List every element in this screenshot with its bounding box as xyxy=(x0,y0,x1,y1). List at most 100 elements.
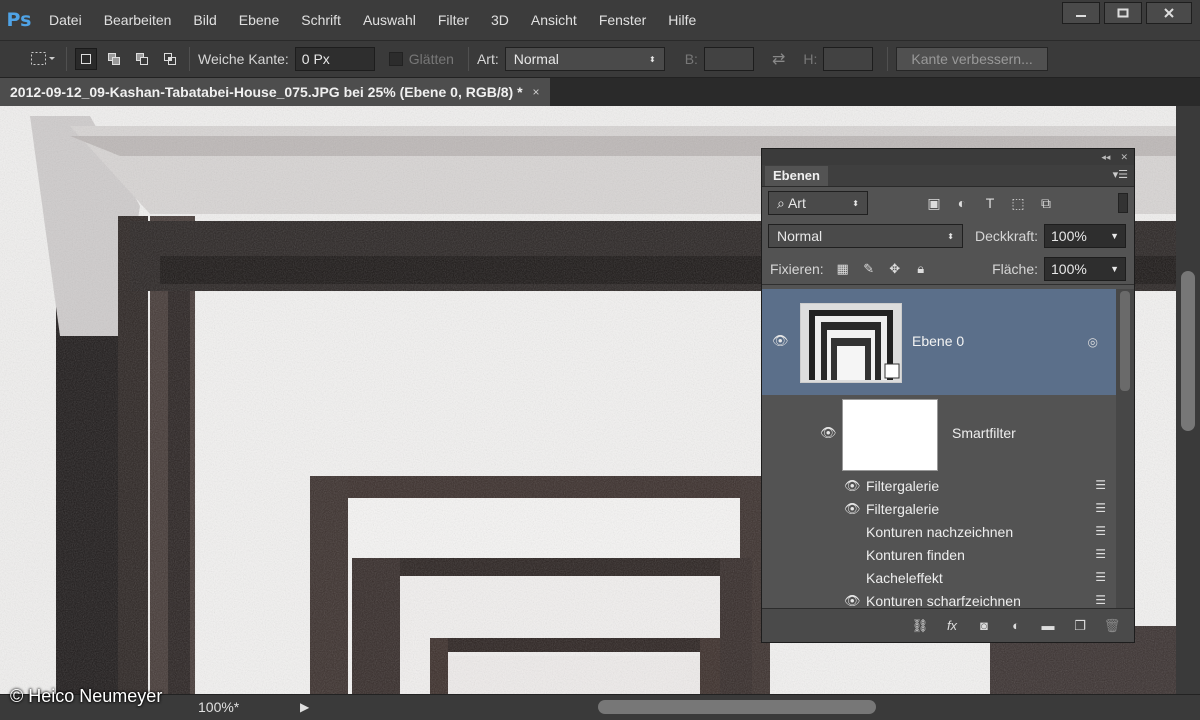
vertical-scrollbar[interactable] xyxy=(1176,106,1200,694)
delete-layer-trash-icon[interactable]: 🗑︎ xyxy=(1102,618,1122,634)
updown-arrows-icon: ⬍ xyxy=(947,231,954,241)
zoom-level[interactable]: 100%* xyxy=(198,699,239,715)
layer-name[interactable]: Ebene 0 xyxy=(912,333,964,349)
blend-row: Normal ⬍ Deckkraft: 100% ▼ xyxy=(762,219,1134,253)
chevron-down-icon[interactable]: ▼ xyxy=(1110,264,1119,274)
filter-item[interactable]: 👁︎ Filtergalerie ☰ xyxy=(762,498,1116,521)
new-group-folder-icon[interactable]: ▬ xyxy=(1038,618,1058,633)
feather-input[interactable]: 0 Px xyxy=(294,47,375,71)
menu-datei[interactable]: Datei xyxy=(38,0,93,40)
filter-blending-options-icon[interactable]: ☰ xyxy=(1095,593,1106,607)
menu-hilfe[interactable]: Hilfe xyxy=(657,0,707,40)
visibility-eye-icon[interactable]: 👁︎ xyxy=(820,425,837,441)
filter-item[interactable]: Konturen finden ☰ xyxy=(762,544,1116,567)
layer-style-fx-icon[interactable]: fx xyxy=(942,618,962,633)
intersect-selection-button[interactable] xyxy=(159,48,181,70)
layer-row-ebene-0[interactable]: 👁︎ Ebene 0 ◎ xyxy=(762,289,1116,395)
divider xyxy=(467,47,469,71)
filter-item[interactable]: Konturen nachzeichnen ☰ xyxy=(762,521,1116,544)
photoshop-logo: Ps xyxy=(6,9,32,31)
filter-item[interactable]: 👁︎ Konturen scharfzeichnen ☰ xyxy=(762,590,1116,609)
layer-filter-select[interactable]: ⌕ Art ⬍ xyxy=(768,191,868,215)
close-window-button[interactable] xyxy=(1146,2,1192,24)
height-input[interactable] xyxy=(823,47,874,71)
close-panel-icon[interactable]: ✕ xyxy=(1120,152,1128,163)
menu-filter[interactable]: Filter xyxy=(427,0,480,40)
opacity-input[interactable]: 100% ▼ xyxy=(1044,224,1127,248)
swap-dimensions-icon[interactable]: ⇄ xyxy=(772,49,785,69)
new-selection-button[interactable] xyxy=(75,48,97,70)
subtract-selection-button[interactable] xyxy=(131,48,153,70)
new-layer-icon[interactable]: ❐ xyxy=(1070,618,1090,634)
collapse-panel-icon[interactable]: ◂◂ xyxy=(1101,152,1110,163)
menu-bearbeiten[interactable]: Bearbeiten xyxy=(93,0,183,40)
menu-bild[interactable]: Bild xyxy=(182,0,227,40)
minimize-button[interactable] xyxy=(1062,2,1100,24)
lock-all-icon[interactable]: 🔒︎ xyxy=(908,261,934,277)
layers-scroll-thumb[interactable] xyxy=(1120,291,1130,391)
document-title: 2012-09-12_09-Kashan-Tabatabei-House_075… xyxy=(10,84,523,100)
visibility-eye-icon[interactable]: 👁︎ xyxy=(844,478,861,494)
menu-ebene[interactable]: Ebene xyxy=(228,0,290,40)
status-menu-arrow-icon[interactable]: ▶ xyxy=(300,700,309,714)
menu-fenster[interactable]: Fenster xyxy=(588,0,657,40)
filter-item[interactable]: Kacheleffekt ☰ xyxy=(762,567,1116,590)
updown-arrows-icon: ⬍ xyxy=(649,54,656,64)
menu-bar: Ps Datei Bearbeiten Bild Ebene Schrift A… xyxy=(0,0,1200,40)
menu-auswahl[interactable]: Auswahl xyxy=(352,0,427,40)
filter-blending-options-icon[interactable]: ☰ xyxy=(1095,524,1106,538)
filter-blending-options-icon[interactable]: ☰ xyxy=(1095,478,1106,492)
visibility-eye-icon[interactable]: 👁︎ xyxy=(772,333,789,349)
filter-icons: ▣ ◐ T ⬚ ⧉ xyxy=(920,195,1060,212)
document-tab[interactable]: 2012-09-12_09-Kashan-Tabatabei-House_075… xyxy=(0,78,550,106)
type-layer-filter-icon[interactable]: T xyxy=(976,195,1004,212)
shape-layer-filter-icon[interactable]: ⬚ xyxy=(1004,195,1032,212)
menu-3d[interactable]: 3D xyxy=(480,0,520,40)
fill-input[interactable]: 100% ▼ xyxy=(1044,256,1126,281)
style-select[interactable]: Normal ⬍ xyxy=(504,47,665,71)
close-tab-icon[interactable]: × xyxy=(533,85,540,99)
refine-edge-button[interactable]: Kante verbessern... xyxy=(896,47,1048,71)
filter-item[interactable]: 👁︎ Filtergalerie ☰ xyxy=(762,475,1116,498)
maximize-button[interactable] xyxy=(1104,2,1142,24)
chevron-down-icon[interactable]: ▼ xyxy=(1110,231,1119,241)
adjustment-layer-filter-icon[interactable]: ◐ xyxy=(948,195,976,212)
lock-image-pixels-icon[interactable]: ✎ xyxy=(856,261,882,277)
lock-transparency-icon[interactable]: ▦ xyxy=(830,261,856,277)
visibility-eye-icon[interactable]: 👁︎ xyxy=(844,501,861,517)
vertical-scroll-thumb[interactable] xyxy=(1181,271,1195,431)
visibility-eye-icon[interactable]: 👁︎ xyxy=(844,593,861,609)
tab-ebenen[interactable]: Ebenen xyxy=(765,166,828,186)
antialias-checkbox[interactable]: Glätten xyxy=(388,51,460,67)
panel-header: ◂◂ ✕ xyxy=(762,149,1134,165)
smart-object-filter-icon[interactable]: ⧉ xyxy=(1032,195,1060,212)
antialias-checkbox-box[interactable] xyxy=(388,52,403,66)
filter-blending-options-icon[interactable]: ☰ xyxy=(1095,547,1106,561)
adjustment-layer-icon[interactable]: ◐ xyxy=(1006,618,1026,633)
horizontal-scroll-thumb[interactable] xyxy=(598,700,876,714)
pixel-layer-filter-icon[interactable]: ▣ xyxy=(920,195,948,212)
filter-blending-options-icon[interactable]: ☰ xyxy=(1095,501,1106,515)
layers-scrollbar[interactable] xyxy=(1116,289,1134,609)
smartfilter-row[interactable]: 👁︎ Smartfilter xyxy=(762,395,1116,475)
link-layers-icon[interactable]: ⛓︎ xyxy=(910,618,930,634)
filter-name: Konturen scharfzeichnen xyxy=(866,593,1021,609)
panel-menu-icon[interactable]: ▾☰ xyxy=(1113,168,1128,181)
add-selection-button[interactable] xyxy=(103,48,125,70)
layer-thumbnail[interactable] xyxy=(800,303,902,383)
filter-blending-options-icon[interactable]: ☰ xyxy=(1095,570,1106,584)
divider xyxy=(887,47,889,71)
close-icon xyxy=(1164,8,1174,18)
width-input[interactable] xyxy=(703,47,754,71)
menu-ansicht[interactable]: Ansicht xyxy=(520,0,588,40)
smart-filter-badge-icon[interactable]: ◎ xyxy=(1088,335,1098,349)
lock-position-icon[interactable]: ✥ xyxy=(882,261,908,277)
lock-label: Fixieren: xyxy=(770,260,824,277)
marquee-tool-preset[interactable] xyxy=(30,48,58,70)
add-selection-icon xyxy=(108,53,120,65)
menu-schrift[interactable]: Schrift xyxy=(290,0,352,40)
filter-toggle-switch[interactable] xyxy=(1118,193,1128,213)
smartfilter-mask-thumbnail[interactable] xyxy=(842,399,938,471)
blend-mode-select[interactable]: Normal ⬍ xyxy=(768,224,963,248)
add-mask-icon[interactable]: ◙ xyxy=(974,618,994,633)
